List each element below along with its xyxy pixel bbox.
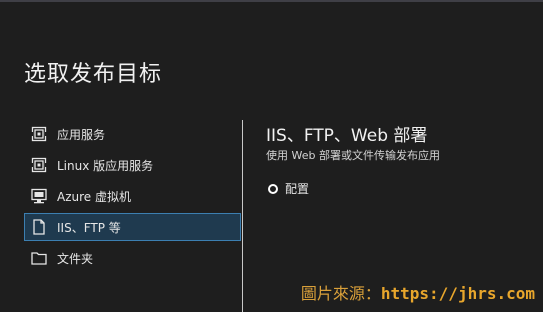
folder-icon [31,250,47,266]
target-item-app-service-linux[interactable]: Linux 版应用服务 [24,151,241,179]
target-label: 文件夹 [57,251,94,266]
virtual-machine-icon [31,188,47,204]
target-details-title: IIS、FTP、Web 部署 [266,126,428,146]
publish-target-list: 应用服务 Linux 版应用服务 Azure 虚拟机 IIS、FTP 等 文件夹 [24,120,241,275]
document-icon [31,219,47,235]
target-item-iis-ftp[interactable]: IIS、FTP 等 [24,213,241,241]
watermark-prefix: 圖片來源： [300,284,381,303]
configure-option[interactable]: 配置 [268,180,309,197]
radio-button[interactable] [268,183,278,194]
target-label: 应用服务 [57,127,106,142]
target-label: Azure 虚拟机 [57,189,131,204]
watermark-url: https://jhrs.com [380,284,535,303]
target-item-azure-vm[interactable]: Azure 虚拟机 [24,182,241,210]
app-service-icon [31,126,47,142]
target-item-app-service[interactable]: 应用服务 [24,120,241,148]
image-source-watermark: 圖片來源：https://jhrs.com [301,280,535,304]
target-item-folder[interactable]: 文件夹 [24,244,241,272]
configure-option-label: 配置 [285,182,310,196]
app-service-linux-icon [31,157,47,173]
target-details-description: 使用 Web 部署或文件传输发布应用 [266,149,440,162]
panel-divider [242,120,243,312]
window-top-border [0,0,543,2]
dialog-title: 选取发布目标 [24,62,163,87]
target-label: Linux 版应用服务 [57,158,154,173]
target-label: IIS、FTP 等 [57,220,121,235]
